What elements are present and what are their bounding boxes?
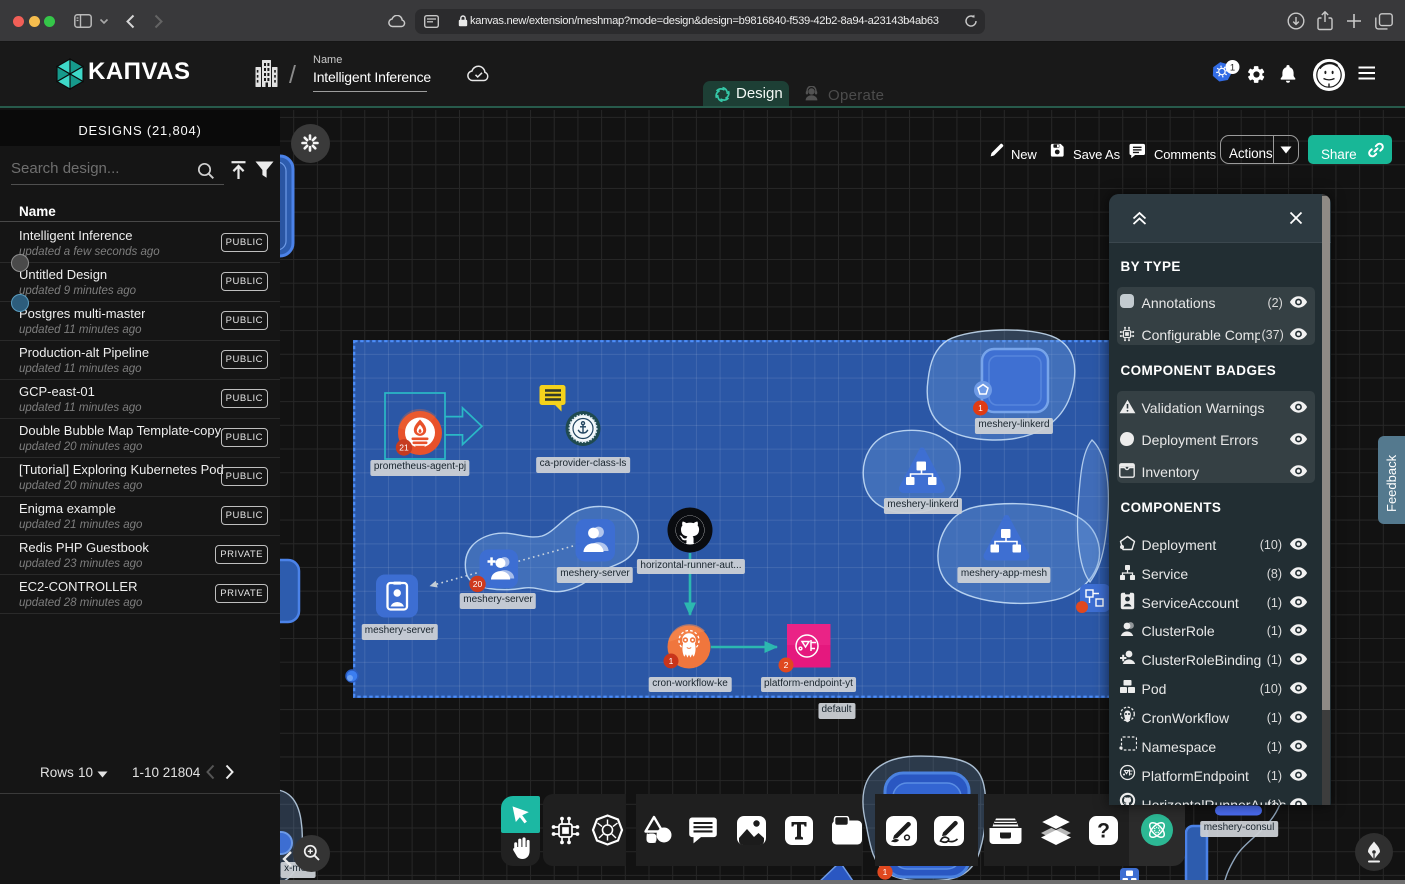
svg-text:1: 1 bbox=[669, 656, 674, 666]
svg-text:20: 20 bbox=[473, 579, 483, 589]
svg-text:1: 1 bbox=[978, 403, 983, 413]
svg-text:2: 2 bbox=[784, 660, 789, 670]
svg-text:1: 1 bbox=[1230, 62, 1235, 73]
svg-text:1: 1 bbox=[883, 867, 888, 877]
svg-text:21: 21 bbox=[399, 443, 409, 453]
svg-text:?: ? bbox=[1097, 820, 1110, 843]
